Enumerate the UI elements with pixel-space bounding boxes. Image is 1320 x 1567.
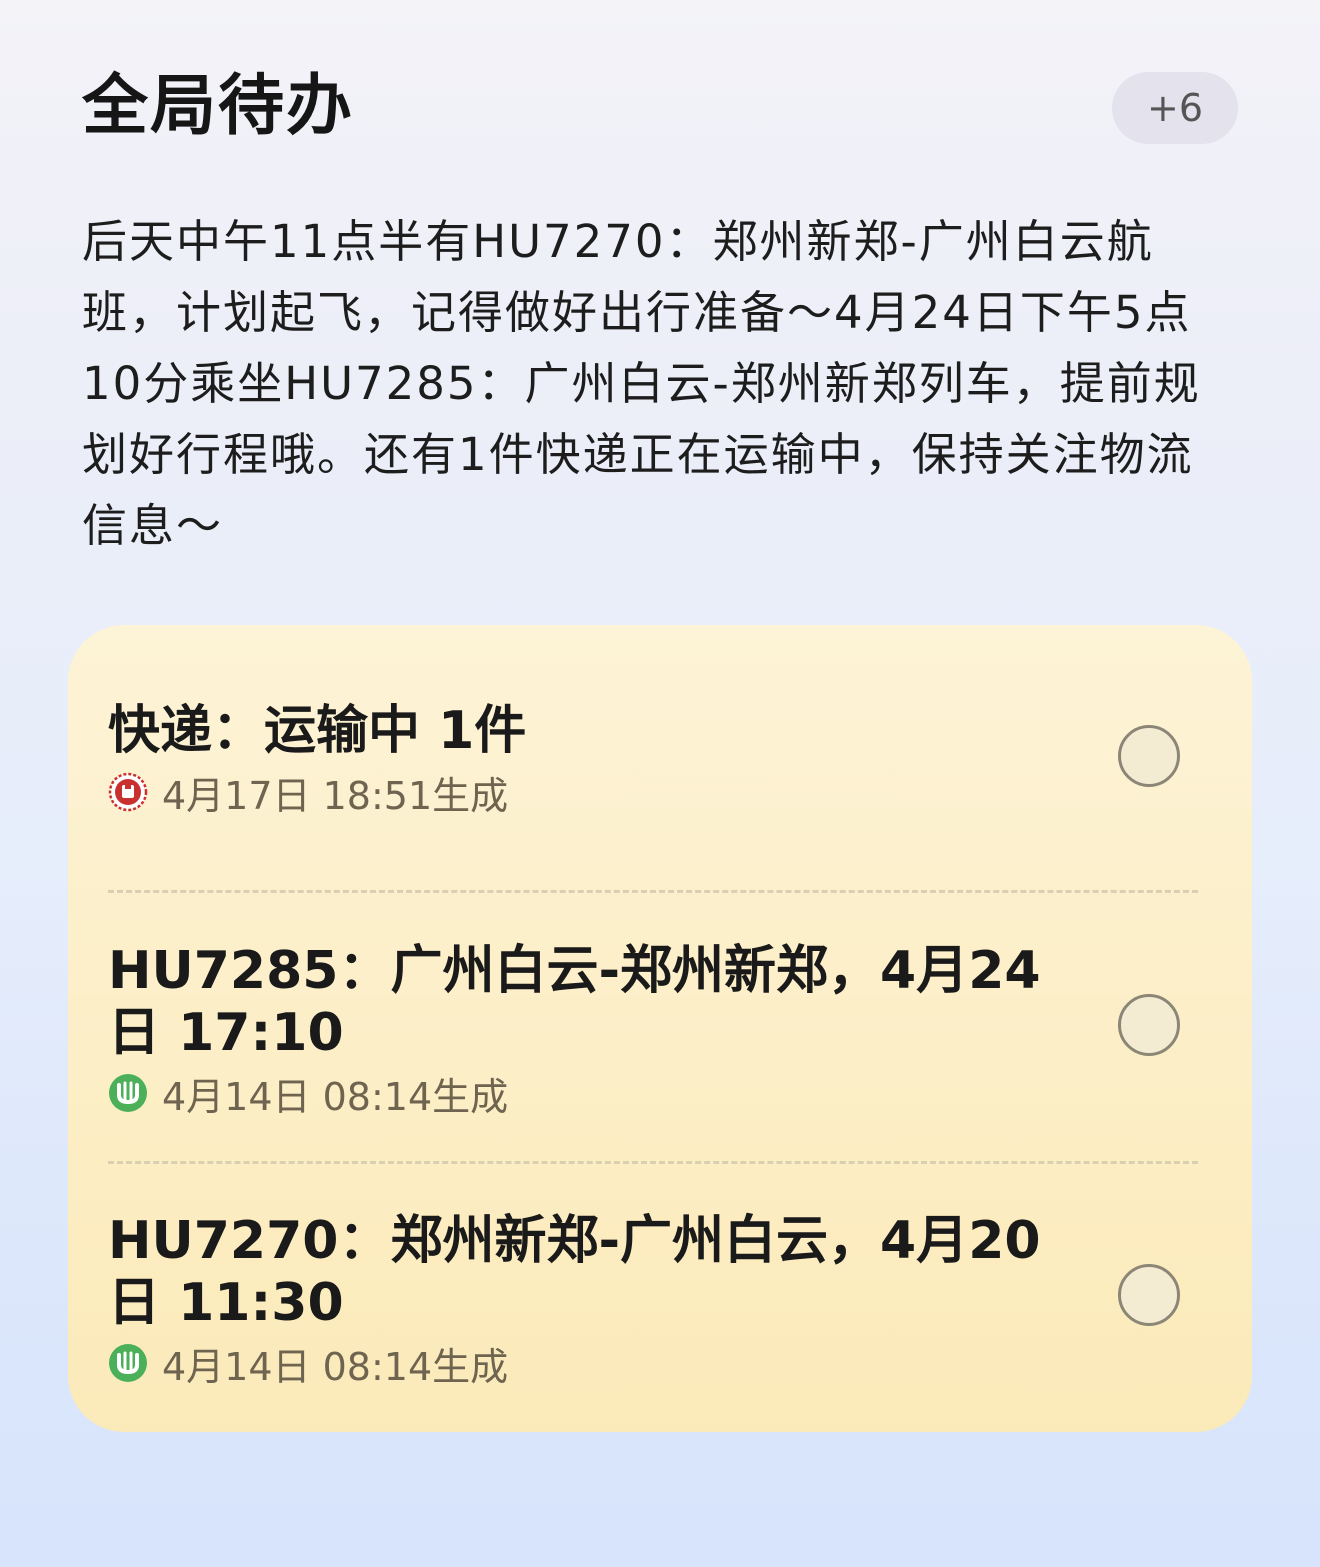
travel-app-icon: [109, 1074, 147, 1112]
todo-item-meta: 4月17日 18:51生成: [108, 769, 508, 818]
page-title: 全局待办: [82, 67, 354, 144]
more-count-badge[interactable]: +6: [1112, 72, 1238, 144]
todo-item-time: 4月17日 18:51生成: [162, 773, 509, 818]
todo-card: 快递：运输中 1件 4月17日 18:51生成 HU7285：广州白云-郑州新郑…: [68, 625, 1252, 1432]
todo-item-flight-hu7270[interactable]: HU7270：郑州新郑-广州白云，4月20日 11:30 4月14日 08:14…: [68, 1164, 1252, 1432]
summary-text: 后天中午11点半有HU7270：郑州新郑-广州白云航班，计划起飞，记得做好出行准…: [82, 215, 1201, 552]
complete-checkbox[interactable]: [1118, 725, 1180, 787]
todo-item-meta: 4月14日 08:14生成: [108, 1070, 508, 1119]
todo-item-time: 4月14日 08:14生成: [162, 1344, 509, 1389]
complete-checkbox[interactable]: [1118, 994, 1180, 1056]
todo-item-time: 4月14日 08:14生成: [162, 1074, 509, 1119]
express-app-icon: [108, 772, 148, 812]
travel-app-icon: [109, 1344, 147, 1382]
todo-item-title: 快递：运输中 1件: [108, 701, 527, 761]
todo-item-meta: 4月14日 08:14生成: [108, 1340, 508, 1389]
todo-item-title: HU7270：郑州新郑-广州白云，4月20日 11:30: [108, 1211, 1041, 1333]
todo-item-express[interactable]: 快递：运输中 1件 4月17日 18:51生成: [68, 625, 1252, 889]
todo-item-title: HU7285：广州白云-郑州新郑，4月24日 17:10: [108, 941, 1041, 1063]
todo-item-flight-hu7285[interactable]: HU7285：广州白云-郑州新郑，4月24日 17:10 4月14日 08:14…: [68, 893, 1252, 1161]
complete-checkbox[interactable]: [1118, 1264, 1180, 1326]
